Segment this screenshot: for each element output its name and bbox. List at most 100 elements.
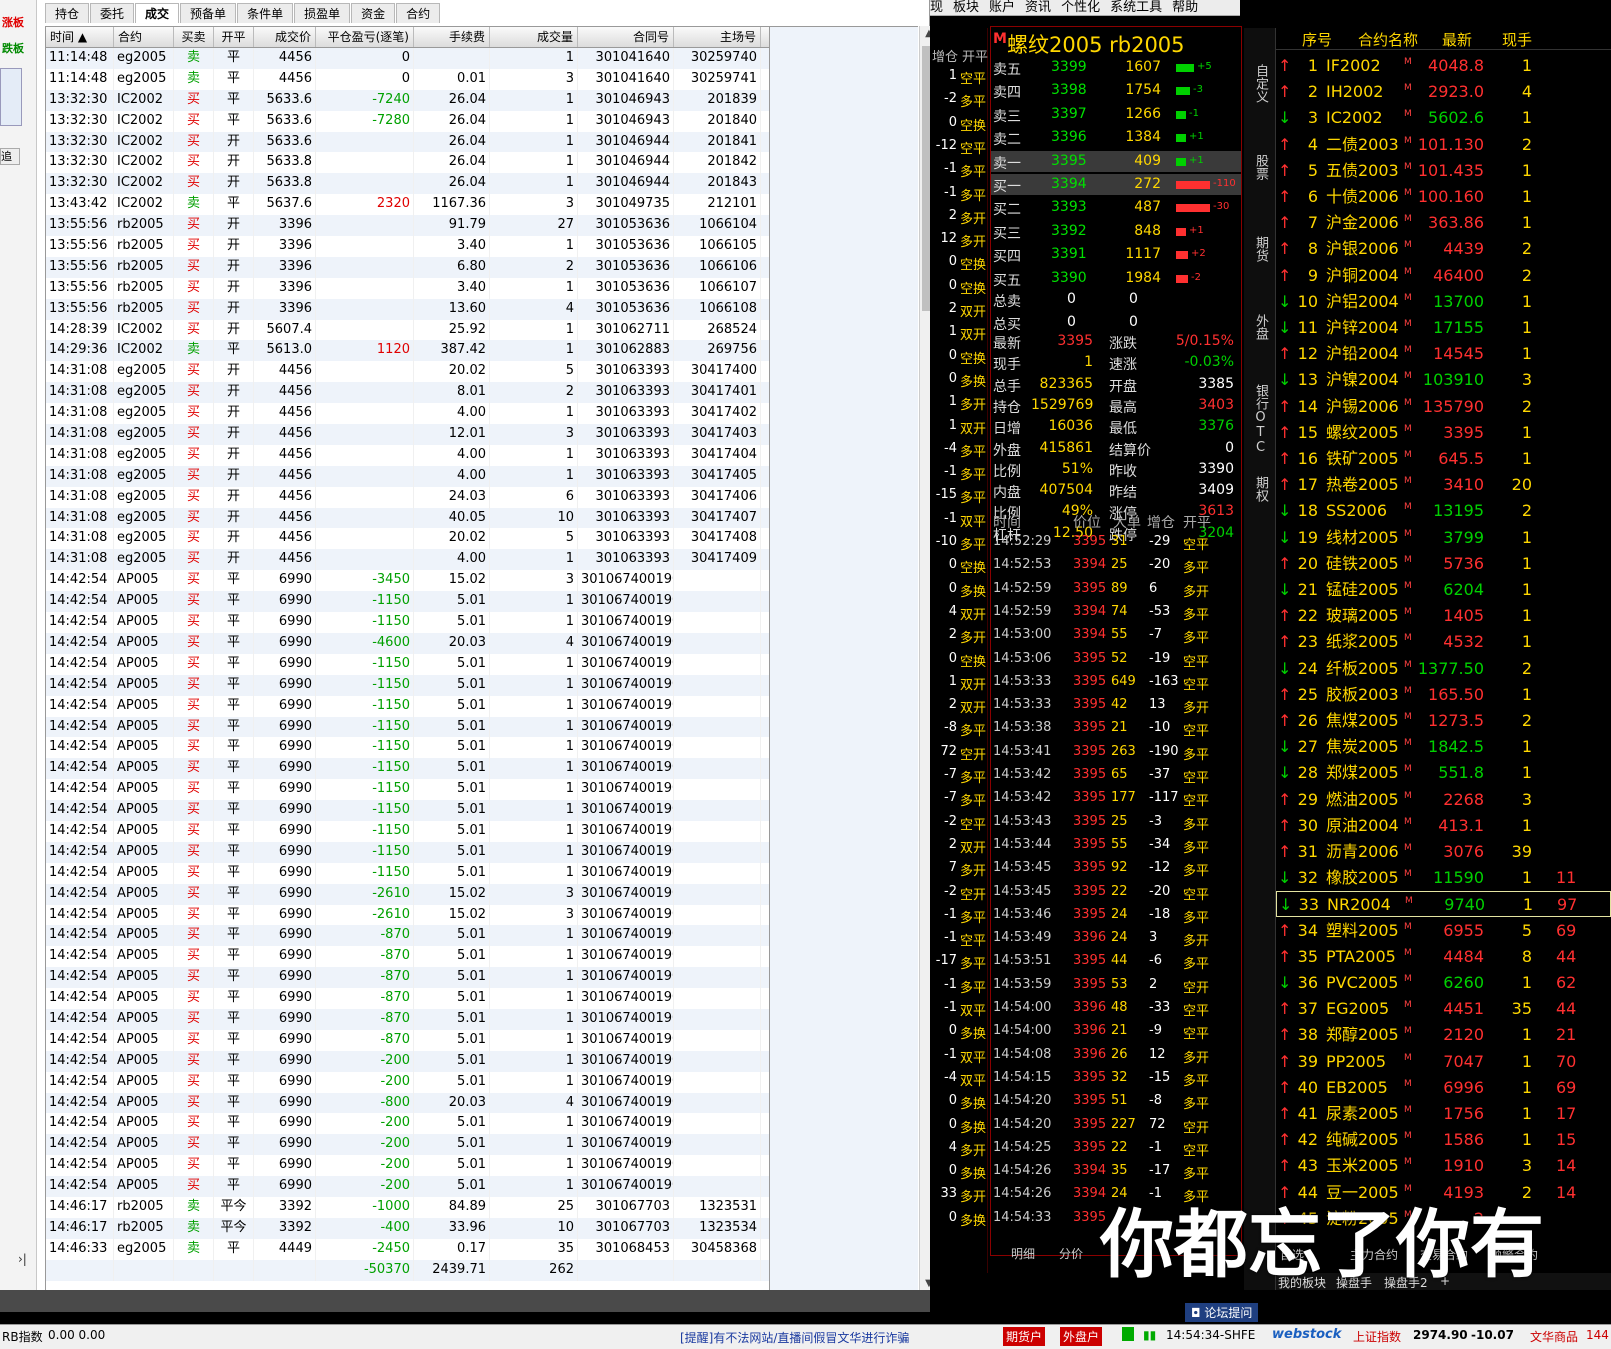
watchlist-row[interactable]: ↑ 29 燃油2005 M 2268 3 bbox=[1276, 787, 1611, 813]
watchlist-row[interactable]: ↑ 26 焦煤2005 M 1273.5 2 bbox=[1276, 708, 1611, 734]
col-header-9[interactable]: 主场号 bbox=[674, 27, 761, 47]
watchlist-row[interactable]: ↑ 37 EG2005 M 4451 35 44 bbox=[1276, 996, 1611, 1022]
col-header-0[interactable]: 时间 ▲ bbox=[46, 27, 114, 47]
watchlist-row[interactable]: ↑ 34 塑料2005 M 6955 5 69 bbox=[1276, 918, 1611, 944]
tab-0[interactable]: 持仓 bbox=[45, 3, 90, 23]
table-row[interactable]: 14:42:54 AP005 买平 6990 -1150 5.01 1 30106740019… bbox=[46, 716, 769, 738]
table-row[interactable]: 13:55:56 rb2005 买开 3396 6.80 2 301053636 106610… bbox=[46, 256, 769, 278]
watchlist-row[interactable]: ↑ 22 玻璃2005 M 1405 1 bbox=[1276, 603, 1611, 629]
warning-link[interactable]: [提醒]有不法网站/直播间假冒文华进行诈骗 bbox=[680, 1329, 909, 1346]
table-row[interactable]: 11:14:48 eg2005 卖平 4456 0 1 301041640 30259740 bbox=[46, 48, 769, 69]
table-row[interactable]: 14:42:54AP005买平6990-8705.011301067400190… bbox=[46, 1008, 769, 1030]
col-header-6[interactable]: 手续费 bbox=[414, 27, 490, 47]
watchlist-row[interactable]: ↓ 24 纤板2005 M 1377.50 2 bbox=[1276, 656, 1611, 682]
table-row[interactable]: -50370 2439.71 262 bbox=[46, 1259, 769, 1281]
col-header-3[interactable]: 开平 bbox=[214, 27, 254, 47]
table-row[interactable]: 14:42:54 AP005 买平 6990 -1150 5.01 1 30106740019… bbox=[46, 758, 769, 780]
col-header-1[interactable]: 合约 bbox=[114, 27, 174, 47]
table-row[interactable]: 14:42:54 AP005 买平 6990 -1150 5.01 1 30106740019… bbox=[46, 800, 769, 821]
table-row[interactable]: 14:42:54AP005买平6990-8705.011301067400190… bbox=[46, 988, 769, 1009]
table-row[interactable]: 14:42:54 AP005 买平 6990 -800 20.03 4 30106740019… bbox=[46, 1092, 769, 1114]
watchlist-row[interactable]: ↑ 41 尿素2005 M 1756 1 17 bbox=[1276, 1101, 1611, 1127]
table-row[interactable]: 14:42:54AP005买平6990-2005.011301067400190… bbox=[46, 1113, 769, 1135]
foreign-account-button[interactable]: 外盘户 bbox=[1060, 1327, 1103, 1346]
menu-4[interactable]: 个性化 bbox=[1061, 0, 1100, 15]
watchlist-row[interactable]: ↑ 2 IH2002 M 2923.0 4 bbox=[1276, 79, 1611, 105]
table-row[interactable]: 14:46:17 rb2005 卖平今 3392 -1000 84.89 25 3010677… bbox=[46, 1196, 769, 1218]
watchlist-row[interactable]: ↑ 38 郑醇2005 M 2120 1 21 bbox=[1276, 1022, 1611, 1048]
table-row[interactable]: 14:42:54 AP005 买平 6990 -1150 5.01 1 30106740019… bbox=[46, 591, 769, 613]
table-row[interactable]: 14:42:54 AP005 买平 6990 -1150 5.01 1 30106740019… bbox=[46, 862, 769, 884]
table-row[interactable]: 14:42:54 AP005 买平 6990 -4600 20.03 4 3010674001… bbox=[46, 632, 769, 654]
side-tab-3[interactable]: 外盘 bbox=[1248, 314, 1272, 340]
table-row[interactable]: 14:46:33 eg2005 卖平 4449 -2450 0.17 35 301068453… bbox=[46, 1238, 769, 1260]
watchlist-row[interactable]: ↓ 32 橡胶2005 M 11590 1 11 bbox=[1276, 865, 1611, 891]
table-row[interactable]: 14:31:08 eg2005 买开 4456 4.00 1 301063393 304174… bbox=[46, 403, 769, 425]
table-row[interactable]: 14:42:54 AP005 买平 6990 -1150 5.01 1 30106740019… bbox=[46, 695, 769, 717]
watchlist-row[interactable]: ↑ 1 IF2002 M 4048.8 1 bbox=[1276, 53, 1611, 79]
table-row[interactable]: 14:42:54 AP005 买平 6990 -2610 15.02 3 3010674001… bbox=[46, 883, 769, 905]
table-row[interactable]: 14:31:08 eg2005 买开 4456 20.02 5 301063393 30417… bbox=[46, 361, 769, 383]
table-row[interactable]: 14:31:08 eg2005 买开 4456 40.05 10 301063393 3041… bbox=[46, 507, 769, 529]
table-row[interactable]: 14:42:54AP005买平6990-2005.011301067400190… bbox=[46, 1134, 769, 1156]
watchlist-row[interactable]: ↑ 12 沪铅2004 M 14545 1 bbox=[1276, 341, 1611, 367]
table-row[interactable]: 14:31:08 eg2005 买开 4456 4.00 1 301063393 304174… bbox=[46, 444, 769, 466]
watchlist-row[interactable]: ↑ 25 胶板2003 M 165.50 1 bbox=[1276, 682, 1611, 708]
tab-6[interactable]: 资金 bbox=[351, 3, 396, 23]
table-row[interactable]: 14:29:36 IC2002 卖平 5613.0 1120 387.42 1 3010628… bbox=[46, 340, 769, 362]
watchlist-row[interactable]: ↓ 27 焦炭2005 M 1842.5 1 bbox=[1276, 734, 1611, 760]
table-row[interactable]: 13:55:56 rb2005 买开 3396 91.79 27 301053636 1066… bbox=[46, 215, 769, 237]
table-row[interactable]: 14:31:08 eg2005 买开 4456 12.01 3 301063393 30417… bbox=[46, 424, 769, 445]
tab-1[interactable]: 委托 bbox=[90, 3, 135, 23]
watchlist-row[interactable]: ↑ 7 沪金2006 M 363.86 1 bbox=[1276, 210, 1611, 236]
watchlist-row[interactable]: ↓ 21 锰硅2005 M 6204 1 bbox=[1276, 577, 1611, 603]
table-row[interactable]: 14:31:08 eg2005 买开 4456 4.00 1 301063393 304174… bbox=[46, 549, 769, 571]
table-row[interactable]: 14:42:54 AP005 买平 6990 -1150 5.01 1 30106740019… bbox=[46, 674, 769, 696]
side-tab-1[interactable]: 股票 bbox=[1248, 154, 1272, 180]
menu-0[interactable]: 现 bbox=[930, 0, 943, 15]
watchlist-row[interactable]: ↑ 8 沪银2006 M 4439 2 bbox=[1276, 236, 1611, 262]
side-chase-button[interactable]: 追 bbox=[0, 148, 20, 165]
table-row[interactable]: 14:42:54AP005买平6990-8705.011301067400190… bbox=[46, 946, 769, 968]
watchlist-row[interactable]: ↓ 18 SS2006 M 13195 2 bbox=[1276, 498, 1611, 524]
col-header-8[interactable]: 合同号 bbox=[578, 27, 674, 47]
menu-1[interactable]: 板块 bbox=[953, 0, 979, 15]
tab-4[interactable]: 条件单 bbox=[237, 3, 294, 23]
col-header-2[interactable]: 买卖 bbox=[174, 27, 214, 47]
table-row[interactable]: 14:31:08 eg2005 买开 4456 24.03 6 301063393 30417… bbox=[46, 486, 769, 508]
watchlist-row[interactable]: ↑ 35 PTA2005 M 4484 8 44 bbox=[1276, 944, 1611, 970]
side-panel-button[interactable] bbox=[0, 68, 22, 126]
watchlist-row[interactable]: ↓ 11 沪锌2004 M 17155 1 bbox=[1276, 315, 1611, 341]
watchlist-row[interactable]: ↓ 28 郑煤2005 M 551.8 1 bbox=[1276, 760, 1611, 786]
table-row[interactable]: 14:42:54AP005买平6990-2005.011301067400190… bbox=[46, 1155, 769, 1177]
limit-up-label[interactable]: 涨板 bbox=[2, 14, 24, 30]
table-row[interactable]: 13:55:56 rb2005 买开 3396 3.40 1 301053636 106610… bbox=[46, 236, 769, 257]
watchlist-row[interactable]: ↓ 3 IC2002 M 5602.6 1 bbox=[1276, 105, 1611, 131]
watchlist-row[interactable]: ↑ 15 螺纹2005 M 3395 1 bbox=[1276, 420, 1611, 446]
table-row[interactable]: 13:32:30 IC2002 买开 5633.8 26.04 1 301046944 201… bbox=[46, 152, 769, 174]
watchlist-row[interactable]: ↑ 30 原油2004 M 413.1 1 bbox=[1276, 813, 1611, 839]
watchlist-row[interactable]: ↓ 36 PVC2005 M 6260 1 62 bbox=[1276, 970, 1611, 996]
quote-tab-0[interactable]: 明细 bbox=[1011, 1245, 1035, 1262]
tab-3[interactable]: 预备单 bbox=[180, 3, 237, 23]
watchlist-row[interactable]: ↑ 39 PP2005 M 7047 1 70 bbox=[1276, 1049, 1611, 1075]
table-row[interactable]: 14:31:08 eg2005 买开 4456 20.02 5 301063393 30417… bbox=[46, 528, 769, 550]
table-row[interactable]: 14:42:54AP005买平6990-2005.011301067400190… bbox=[46, 1071, 769, 1093]
tab-7[interactable]: 合约 bbox=[396, 3, 441, 23]
limit-down-label[interactable]: 跌板 bbox=[2, 40, 24, 56]
menu-5[interactable]: 系统工具 bbox=[1110, 0, 1162, 15]
watchlist-row[interactable]: ↓ 13 沪镍2004 M 103910 3 bbox=[1276, 367, 1611, 393]
futures-account-button[interactable]: 期货户 bbox=[1003, 1327, 1046, 1346]
watchlist-row[interactable]: ↑ 6 十债2006 M 100.160 1 bbox=[1276, 184, 1611, 210]
table-row[interactable]: 14:42:54 AP005 买平 6990 -1150 5.01 1 30106740019… bbox=[46, 779, 769, 801]
side-tab-0[interactable]: 自定义 bbox=[1248, 64, 1272, 103]
watchlist-row[interactable]: ↑ 17 热卷2005 M 3410 20 bbox=[1276, 472, 1611, 498]
table-row[interactable]: 14:42:54 AP005 买平 6990 -3450 15.02 3 3010674001… bbox=[46, 570, 769, 592]
menu-2[interactable]: 账户 bbox=[989, 0, 1015, 15]
col-header-5[interactable]: 平仓盈亏(逐笔) bbox=[316, 27, 414, 47]
watchlist-row[interactable]: ↓ 10 沪铝2004 M 13700 1 bbox=[1276, 289, 1611, 315]
side-tab-4[interactable]: 银行OTC bbox=[1248, 384, 1272, 455]
table-row[interactable]: 13:32:30 IC2002 买平 5633.6 -7280 26.04 1 3010469… bbox=[46, 110, 769, 132]
table-row[interactable]: 14:42:54 AP005 买平 6990 -2610 15.02 3 3010674001… bbox=[46, 904, 769, 926]
watchlist-row[interactable]: ↑ 42 纯碱2005 M 1586 1 15 bbox=[1276, 1127, 1611, 1153]
